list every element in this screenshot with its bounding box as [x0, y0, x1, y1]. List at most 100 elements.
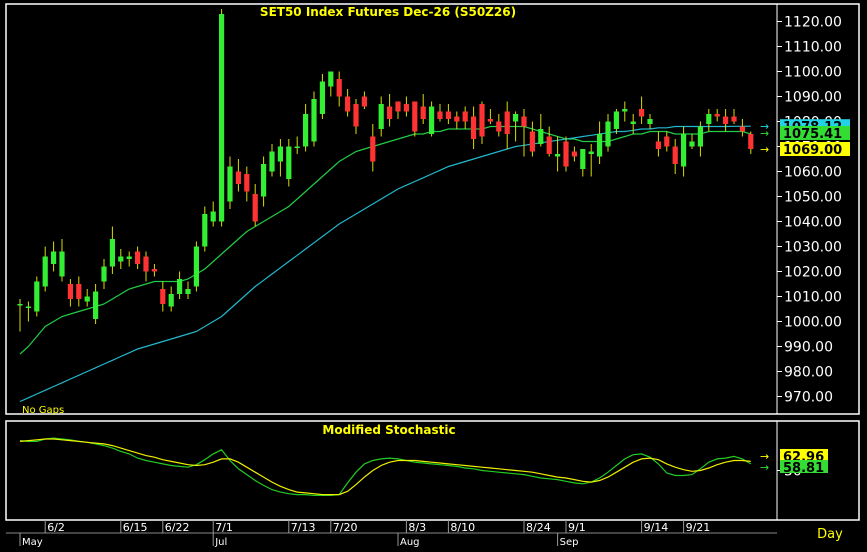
chart-root: 970.00 980.00 990.00 1000.00 1010.00 1020.00 1…	[0, 0, 867, 548]
candle-body	[513, 114, 519, 122]
chart-canvas: 970.00 980.00 990.00 1000.00 1010.00 1020.00 1…	[0, 0, 867, 548]
candle-body	[546, 136, 552, 154]
candle-body	[445, 111, 451, 119]
price-tick-label: 1000.00	[784, 315, 842, 331]
candle-body	[336, 79, 342, 97]
candle-body	[294, 146, 300, 148]
price-tag-label: 1075.41	[783, 127, 842, 142]
candle-body	[580, 149, 586, 169]
candle-body	[235, 171, 241, 184]
price-tick-label: 1020.00	[784, 265, 842, 281]
candle-body	[361, 96, 367, 107]
candle-body	[277, 146, 283, 162]
price-tick-label: 1090.00	[784, 90, 842, 106]
price-tick-label: 1060.00	[784, 165, 842, 181]
candle	[219, 9, 225, 227]
candle-body	[429, 106, 435, 134]
candle-body	[51, 251, 57, 264]
date-tick-label: 6/15	[123, 521, 148, 534]
candle-body	[286, 146, 292, 179]
candle-body	[529, 131, 535, 152]
stochastic-tag-arrow: →	[760, 461, 769, 474]
candle-body	[311, 99, 317, 142]
price-tick-label: 1040.00	[784, 215, 842, 231]
price-tick-label: 1100.00	[784, 65, 842, 81]
background	[0, 0, 867, 548]
date-tick-label: 9/21	[686, 521, 711, 534]
candle-body	[193, 246, 199, 287]
candle-body	[597, 134, 603, 157]
candle-body	[135, 251, 141, 264]
candle-body	[370, 136, 376, 162]
candle-body	[101, 266, 107, 282]
price-chart-title: SET50 Index Futures Dec-26 (S50Z26)	[260, 5, 516, 19]
month-label: Sep	[560, 537, 579, 548]
candle-body	[151, 269, 157, 272]
candle-body	[706, 114, 712, 124]
date-tick-label: 8/24	[526, 521, 551, 534]
candle-body	[126, 256, 132, 259]
candle-body	[387, 106, 393, 119]
price-tick-label: 1010.00	[784, 290, 842, 306]
price-tick-label: 980.00	[784, 365, 833, 381]
candle-body	[25, 306, 31, 308]
candle-body	[496, 121, 502, 132]
price-tick-label: 970.00	[784, 390, 833, 406]
candle-body	[319, 81, 325, 114]
candle-body	[681, 134, 687, 167]
candle-body	[412, 101, 418, 132]
price-tag-arrow: →	[760, 143, 769, 156]
candle-body	[454, 116, 460, 122]
candle-body	[739, 126, 745, 132]
candle-body	[17, 304, 23, 306]
candle-body	[345, 96, 351, 112]
stochastic-title: Modified Stochastic	[322, 423, 455, 437]
date-tick-label: 7/20	[333, 521, 358, 534]
candle-body	[664, 136, 670, 147]
candle	[311, 91, 317, 147]
price-tick-label: 1110.00	[784, 40, 842, 56]
date-tick-label: 8/10	[450, 521, 475, 534]
candle	[563, 136, 569, 172]
candle-body	[395, 101, 401, 112]
stochastic-tag-label: 58.81	[783, 461, 824, 476]
candle-body	[714, 114, 720, 117]
candle-body	[655, 141, 661, 149]
candle-body	[76, 284, 82, 299]
candle-body	[219, 14, 225, 222]
candle-body	[84, 296, 90, 302]
price-tick-label: 1030.00	[784, 240, 842, 256]
candle-body	[479, 104, 485, 137]
candle-body	[622, 109, 628, 112]
candle-body	[67, 284, 73, 299]
candle-body	[571, 151, 577, 157]
candle-body	[269, 151, 275, 172]
candle-body	[731, 116, 737, 122]
candle-body	[168, 294, 174, 307]
date-tick-label: 9/14	[644, 521, 669, 534]
price-tag-arrow: →	[760, 127, 769, 140]
candle-body	[555, 154, 561, 157]
candle-body	[538, 129, 544, 144]
candle-body	[202, 214, 208, 247]
candle-body	[143, 256, 149, 272]
candle-body	[118, 256, 124, 262]
candle	[429, 101, 435, 137]
candle-body	[471, 116, 477, 139]
candle-body	[378, 104, 384, 129]
month-label: May	[22, 537, 43, 548]
candle-body	[210, 211, 216, 222]
date-tick-label: 6/2	[47, 521, 65, 534]
candle-body	[521, 116, 527, 127]
candle	[412, 101, 418, 137]
price-tick-label: 1050.00	[784, 190, 842, 206]
candle-body	[613, 111, 619, 129]
candle-body	[177, 279, 183, 294]
price-tag-label: 1069.00	[783, 143, 842, 158]
candle-body	[462, 111, 468, 122]
candle-body	[252, 194, 258, 222]
candle-body	[420, 106, 426, 119]
candle-body	[588, 151, 594, 154]
price-tick-label: 1120.00	[784, 15, 842, 31]
candle-body	[227, 166, 233, 202]
